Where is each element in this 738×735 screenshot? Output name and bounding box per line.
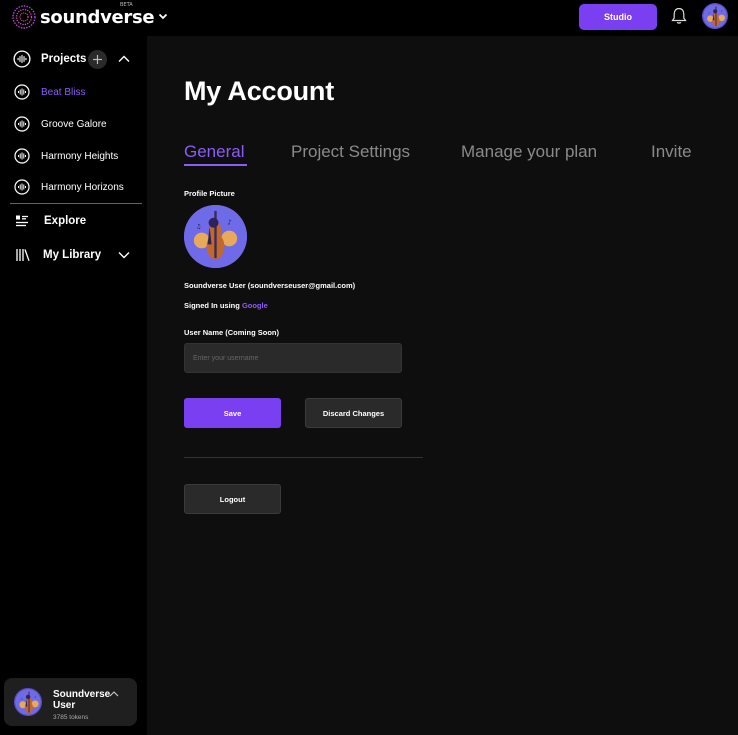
chevron-up-icon[interactable] [117, 52, 131, 66]
project-wave-icon [14, 116, 30, 132]
user-card[interactable]: Soundverse User 3785 tokens [4, 678, 137, 726]
avatar [14, 688, 42, 716]
signed-in-provider: Google [241, 301, 268, 310]
profile-picture[interactable] [184, 205, 247, 268]
sidebar-projects-label: Projects [41, 53, 87, 65]
username-input[interactable] [184, 343, 402, 373]
sidebar-library-label: My Library [43, 249, 102, 261]
sidebar-item-harmony-heights[interactable]: Harmony Heights [0, 148, 147, 164]
project-wave-icon [14, 84, 30, 100]
avatar[interactable] [702, 3, 728, 29]
section-divider [184, 457, 423, 458]
main-content: My Account General Project Settings Mana… [147, 36, 738, 735]
token-count: 3785 tokens [53, 714, 89, 721]
project-wave-icon [14, 148, 30, 164]
sidebar-item-label: Beat Bliss [41, 86, 86, 98]
library-icon [16, 249, 30, 262]
tab-general[interactable]: General [184, 142, 244, 162]
account-email: Soundverse User (soundverseuser@gmail.co… [184, 281, 356, 290]
logout-button[interactable]: Logout [184, 484, 281, 514]
plus-icon [93, 54, 102, 64]
discard-changes-button[interactable]: Discard Changes [305, 398, 402, 428]
sidebar-item-explore[interactable]: Explore [0, 212, 147, 230]
page-title: My Account [184, 76, 335, 106]
sidebar-projects-header[interactable]: Projects [0, 49, 147, 69]
chevron-down-icon[interactable] [117, 248, 131, 262]
username-label: User Name (Coming Soon) [184, 328, 280, 337]
logo-text: soundverse [40, 6, 155, 28]
sidebar-item-label: Harmony Horizons [41, 181, 124, 193]
top-bar: soundverse BETA Studio [0, 0, 738, 36]
tab-active-indicator [184, 164, 247, 166]
sidebar-item-my-library[interactable]: My Library [0, 246, 147, 264]
sidebar-divider [10, 203, 142, 204]
tab-project-settings[interactable]: Project Settings [291, 142, 410, 162]
bell-icon[interactable] [669, 6, 689, 26]
profile-picture-label: Profile Picture [184, 189, 235, 198]
explore-icon [16, 215, 28, 227]
logo[interactable]: soundverse [12, 5, 155, 29]
sidebar-item-label: Groove Galore [41, 118, 107, 130]
projects-icon [13, 50, 31, 68]
tab-manage-plan[interactable]: Manage your plan [461, 142, 597, 162]
tab-invite[interactable]: Invite [651, 142, 692, 162]
logo-icon [12, 5, 36, 29]
user-name: Soundverse User [53, 689, 111, 711]
chevron-up-icon[interactable] [108, 688, 120, 700]
add-project-button[interactable] [88, 49, 107, 69]
signed-in-prefix: Signed In using [184, 301, 240, 310]
studio-button[interactable]: Studio [579, 4, 657, 30]
project-wave-icon [14, 179, 30, 195]
sidebar-item-beat-bliss[interactable]: Beat Bliss [0, 84, 147, 100]
sidebar-item-groove-galore[interactable]: Groove Galore [0, 116, 147, 132]
signed-in-info: Signed In using Google [184, 301, 268, 310]
sidebar-item-harmony-horizons[interactable]: Harmony Horizons [0, 179, 147, 195]
save-button[interactable]: Save [184, 398, 281, 428]
chevron-down-icon[interactable] [157, 10, 169, 22]
sidebar-item-label: Harmony Heights [41, 150, 119, 162]
sidebar-explore-label: Explore [44, 215, 87, 227]
sidebar: Projects Beat Bliss Groove Galore Harmon… [0, 36, 147, 735]
beta-badge: BETA [120, 2, 133, 8]
